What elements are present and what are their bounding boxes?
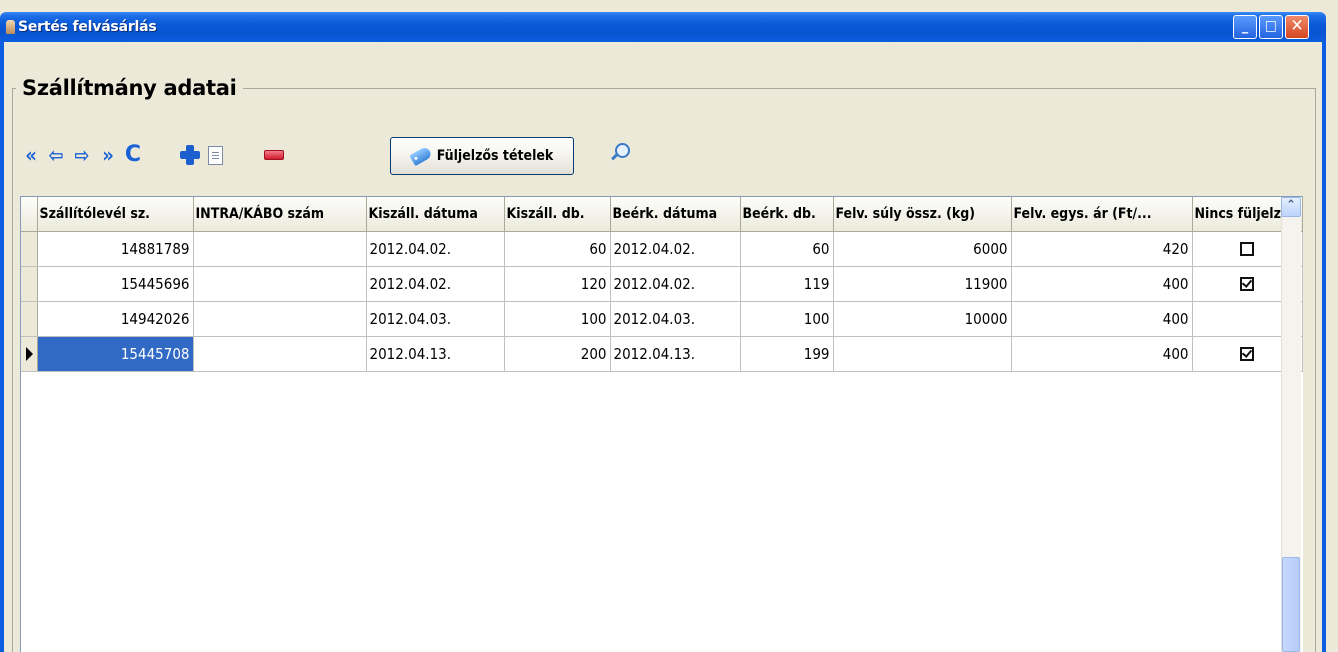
- row-indicator[interactable]: [21, 301, 38, 337]
- title-bar[interactable]: Sertés felvásárlás _ □ ✕: [0, 12, 1326, 42]
- refresh-icon: C: [124, 142, 142, 167]
- cell-intra-kabo-no[interactable]: [193, 266, 367, 302]
- header-delivery-note-no[interactable]: Szállítólevél sz.: [37, 197, 194, 232]
- minimize-button[interactable]: _: [1233, 15, 1257, 39]
- table-row-selected[interactable]: 15445708 2012.04.13. 200 2012.04.13. 199…: [21, 336, 1303, 372]
- cell-delivery-note-no[interactable]: 15445708: [37, 336, 194, 372]
- no-ear-tag-checkbox[interactable]: [1240, 347, 1254, 361]
- no-ear-tag-checkbox[interactable]: [1240, 242, 1254, 256]
- header-total-weight[interactable]: Felv. súly össz. (kg): [833, 197, 1012, 232]
- cell-intra-kabo-no[interactable]: [193, 231, 367, 267]
- header-unit-price[interactable]: Felv. egys. ár (Ft/...: [1011, 197, 1193, 232]
- cell-unit-price[interactable]: 420: [1011, 231, 1193, 267]
- cell-shipped-qty[interactable]: 60: [504, 231, 611, 267]
- ear-tag-items-label: Füljelzős tételek: [436, 148, 554, 164]
- arrow-left-icon: ⇦: [48, 143, 64, 167]
- scrollbar-thumb[interactable]: [1282, 557, 1300, 652]
- table-row[interactable]: 14942026 2012.04.03. 100 2012.04.03. 100…: [21, 301, 1303, 337]
- plus-icon: [180, 145, 200, 165]
- table-row[interactable]: 15445696 2012.04.02. 120 2012.04.02. 119…: [21, 266, 1303, 302]
- cell-arrived-qty[interactable]: 60: [740, 231, 834, 267]
- table-row[interactable]: 14881789 2012.04.02. 60 2012.04.02. 60 6…: [21, 231, 1303, 267]
- cell-intra-kabo-no[interactable]: [193, 301, 367, 337]
- cell-unit-price[interactable]: 400: [1011, 266, 1193, 302]
- header-arrival-date[interactable]: Beérk. dátuma: [610, 197, 741, 232]
- header-shipped-qty[interactable]: Kiszáll. db.: [504, 197, 611, 232]
- shipments-table: Szállítólevél sz. INTRA/KÁBO szám Kiszál…: [21, 197, 1303, 372]
- header-indicator: [21, 197, 38, 232]
- cell-total-weight[interactable]: [833, 336, 1012, 372]
- app-window: Sertés felvásárlás _ □ ✕ Szállítmány ada…: [0, 0, 1338, 652]
- last-record-button[interactable]: »: [96, 143, 120, 167]
- row-indicator[interactable]: [21, 336, 38, 372]
- edit-record-button[interactable]: [203, 143, 227, 167]
- document-icon: [207, 145, 223, 165]
- search-icon: [608, 142, 630, 164]
- search-button[interactable]: [607, 141, 631, 165]
- cell-arrival-date[interactable]: 2012.04.03.: [610, 301, 741, 337]
- current-row-icon: [26, 346, 33, 361]
- header-arrived-qty[interactable]: Beérk. db.: [740, 197, 834, 232]
- groupbox-border-left: [12, 88, 13, 652]
- cell-arrived-qty[interactable]: 199: [740, 336, 834, 372]
- minus-icon: [264, 150, 284, 160]
- cell-shipped-qty[interactable]: 120: [504, 266, 611, 302]
- shipments-grid[interactable]: Szállítólevél sz. INTRA/KÁBO szám Kiszál…: [20, 196, 1303, 652]
- arrow-right-icon: ⇨: [74, 143, 90, 167]
- cell-unit-price[interactable]: 400: [1011, 336, 1193, 372]
- close-button[interactable]: ✕: [1285, 15, 1309, 39]
- groupbox-border-right: [1315, 88, 1316, 652]
- cell-delivery-note-no[interactable]: 14942026: [37, 301, 194, 337]
- window-frame-right: [1322, 42, 1326, 652]
- scroll-up-button[interactable]: ⌃: [1281, 197, 1301, 217]
- cell-total-weight[interactable]: 6000: [833, 231, 1012, 267]
- tag-icon: [409, 145, 433, 167]
- cell-shipping-date[interactable]: 2012.04.02.: [366, 266, 505, 302]
- cell-arrival-date[interactable]: 2012.04.02.: [610, 266, 741, 302]
- row-indicator[interactable]: [21, 231, 38, 267]
- cell-unit-price[interactable]: 400: [1011, 301, 1193, 337]
- cell-total-weight[interactable]: 10000: [833, 301, 1012, 337]
- cell-shipping-date[interactable]: 2012.04.02.: [366, 231, 505, 267]
- last-record-icon: »: [102, 143, 114, 167]
- first-record-icon: «: [25, 143, 37, 167]
- maximize-button[interactable]: □: [1259, 15, 1283, 39]
- next-record-button[interactable]: ⇨: [70, 143, 94, 167]
- cell-shipping-date[interactable]: 2012.04.13.: [366, 336, 505, 372]
- cell-arrived-qty[interactable]: 100: [740, 301, 834, 337]
- refresh-button[interactable]: C: [121, 143, 145, 167]
- add-record-button[interactable]: [178, 143, 202, 167]
- groupbox-title: Szállítmány adatai: [16, 76, 243, 100]
- cell-delivery-note-no[interactable]: 14881789: [37, 231, 194, 267]
- header-shipping-date[interactable]: Kiszáll. dátuma: [366, 197, 505, 232]
- delete-record-button[interactable]: [262, 143, 286, 167]
- cell-shipping-date[interactable]: 2012.04.03.: [366, 301, 505, 337]
- window-title: Sertés felvásárlás: [18, 19, 157, 35]
- previous-record-button[interactable]: ⇦: [44, 143, 68, 167]
- row-indicator[interactable]: [21, 266, 38, 302]
- cell-shipped-qty[interactable]: 100: [504, 301, 611, 337]
- cell-shipped-qty[interactable]: 200: [504, 336, 611, 372]
- cell-arrived-qty[interactable]: 119: [740, 266, 834, 302]
- ear-tag-items-button[interactable]: Füljelzős tételek: [390, 137, 574, 175]
- no-ear-tag-checkbox[interactable]: [1240, 277, 1254, 291]
- pig-app-icon: [6, 20, 15, 34]
- window-frame-left: [0, 42, 4, 652]
- cell-total-weight[interactable]: 11900: [833, 266, 1012, 302]
- cell-arrival-date[interactable]: 2012.04.13.: [610, 336, 741, 372]
- cell-intra-kabo-no[interactable]: [193, 336, 367, 372]
- cell-delivery-note-no[interactable]: 15445696: [37, 266, 194, 302]
- cell-arrival-date[interactable]: 2012.04.02.: [610, 231, 741, 267]
- first-record-button[interactable]: «: [19, 143, 43, 167]
- table-header-row: Szállítólevél sz. INTRA/KÁBO szám Kiszál…: [21, 197, 1303, 232]
- header-intra-kabo-no[interactable]: INTRA/KÁBO szám: [193, 197, 367, 232]
